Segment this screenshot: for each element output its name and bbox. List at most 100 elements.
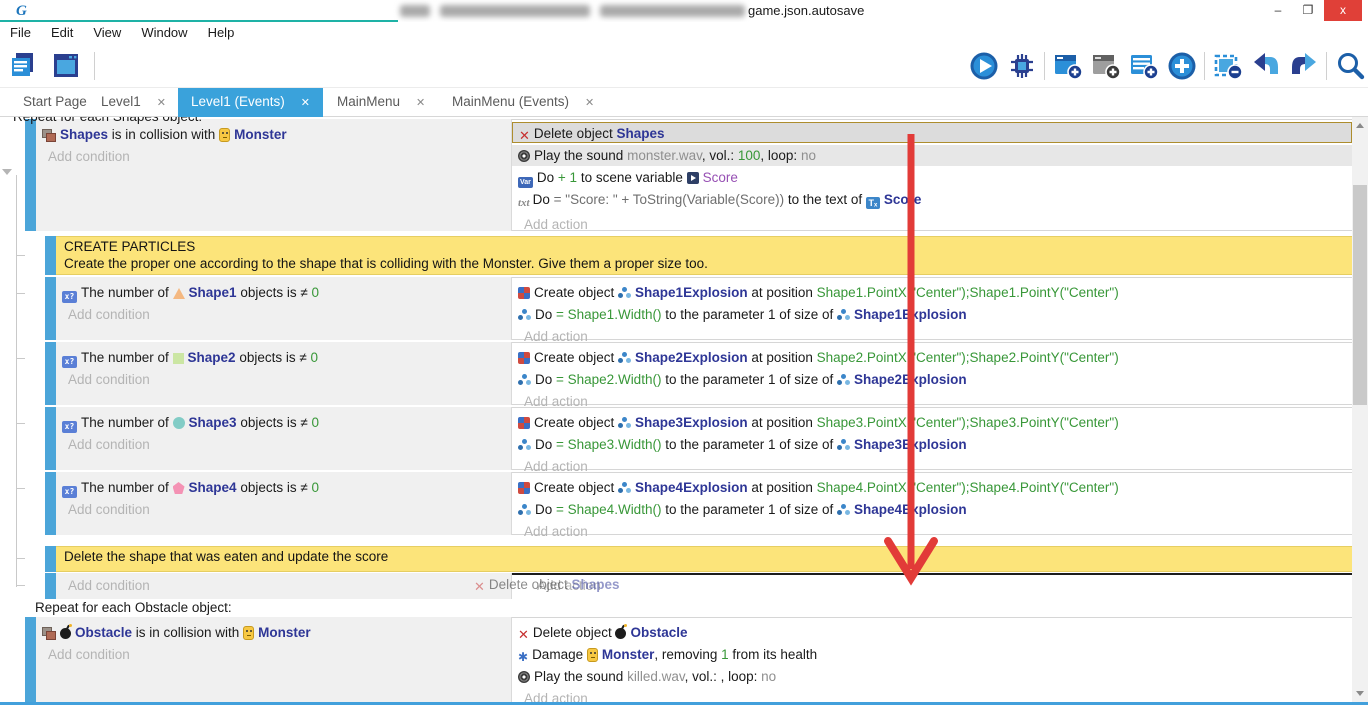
tab-close-icon[interactable]: ✕	[301, 97, 310, 109]
action-row[interactable]: Create object Shape4Explosion at positio…	[512, 477, 1352, 498]
event-bar	[45, 342, 56, 405]
minimize-button[interactable]: –	[1264, 0, 1292, 21]
particle-icon	[837, 309, 850, 321]
tab-start-page[interactable]: Start Page	[10, 88, 100, 117]
create-icon	[518, 352, 530, 364]
close-button[interactable]: x	[1324, 0, 1362, 21]
add-action-link[interactable]: Add action	[518, 522, 1352, 542]
text-segment: objects is ≠	[237, 285, 312, 300]
action-row[interactable]: Damage Monster, removing 1 from its heal…	[512, 644, 1352, 665]
menu-help[interactable]: Help	[198, 22, 245, 40]
add-comment-icon[interactable]	[1128, 50, 1160, 82]
play-icon[interactable]	[968, 50, 1000, 82]
condition-row[interactable]: Shapes is in collision with Monster	[36, 124, 512, 145]
add-action-link[interactable]: Add action	[518, 689, 1352, 702]
text-segment: Monster	[234, 127, 287, 142]
action-row[interactable]: Delete object Obstacle	[512, 622, 1352, 643]
condition-row[interactable]: The number of Shape1 objects is ≠ 0	[56, 282, 512, 303]
condition-row[interactable]: The number of Shape4 objects is ≠ 0	[56, 477, 512, 498]
text-segment: no	[761, 669, 776, 684]
remove-selection-icon[interactable]	[1212, 50, 1244, 82]
menu-file[interactable]: File	[0, 22, 41, 40]
action-row[interactable]: Do = Shape3.Width() to the parameter 1 o…	[512, 434, 1352, 455]
ghost-drop: Add conditionAdd actionDelete object Sha…	[0, 573, 1352, 599]
action-row[interactable]: Create object Shape2Explosion at positio…	[512, 347, 1352, 368]
particle-icon	[518, 309, 531, 321]
text-segment: Score	[703, 170, 738, 185]
scroll-up-arrow-icon[interactable]	[1356, 123, 1364, 128]
blurred-title-segment	[400, 5, 430, 17]
text-segment: objects is ≠	[237, 480, 312, 495]
project-manager-icon[interactable]	[8, 50, 40, 82]
tree-branch-line	[16, 358, 25, 359]
add-action-link[interactable]: Add action	[518, 215, 1352, 235]
comment-line: CREATE PARTICLES	[56, 237, 1352, 254]
menu-view[interactable]: View	[83, 22, 131, 40]
action-row[interactable]: Create object Shape1Explosion at positio…	[512, 282, 1352, 303]
repeat-header-clipped[interactable]: Repeat for each Shapes object:	[13, 117, 202, 124]
tab-mainmenu-events-[interactable]: MainMenu (Events)✕	[439, 88, 607, 117]
menu-bar: FileEditViewWindowHelp	[0, 22, 1368, 44]
action-row[interactable]: Create object Shape3Explosion at positio…	[512, 412, 1352, 433]
scroll-down-arrow-icon[interactable]	[1356, 691, 1364, 696]
undo-icon[interactable]	[1250, 50, 1282, 82]
repeat-header[interactable]: Repeat for each Obstacle object:	[35, 600, 232, 615]
debug-icon[interactable]	[1006, 50, 1038, 82]
add-action-link[interactable]: Add action	[531, 576, 1352, 596]
tab-level1[interactable]: Level1✕	[88, 88, 179, 117]
text-segment: Shapes	[60, 127, 108, 142]
comment-block[interactable]: Delete the shape that was eaten and upda…	[56, 546, 1352, 572]
text-segment: to the parameter 1 of size of	[661, 307, 837, 322]
tab-level1-events-[interactable]: Level1 (Events)✕	[178, 88, 323, 117]
action-row[interactable]: Do = "Score: " + ToString(Variable(Score…	[512, 189, 1352, 210]
tab-bar: Start PageLevel1✕Level1 (Events)✕MainMen…	[0, 88, 1368, 117]
event-bar	[25, 119, 36, 231]
condition-row[interactable]: The number of Shape2 objects is ≠ 0	[56, 347, 512, 368]
preview-window-icon[interactable]	[50, 50, 82, 82]
action-row[interactable]: Play the sound killed.wav, vol.: , loop:…	[512, 666, 1352, 687]
tab-close-icon[interactable]: ✕	[157, 97, 166, 109]
condition-row[interactable]: The number of Shape3 objects is ≠ 0	[56, 412, 512, 433]
action-row[interactable]: Delete object Shapes	[512, 122, 1352, 143]
evt-shape1: The number of Shape1 objects is ≠ 0Add c…	[0, 277, 1352, 340]
vertical-scrollbar[interactable]	[1352, 117, 1368, 702]
menu-window[interactable]: Window	[131, 22, 197, 40]
collapse-arrow-icon[interactable]	[2, 169, 12, 175]
action-row[interactable]: Do = Shape1.Width() to the parameter 1 o…	[512, 304, 1352, 325]
text-segment: Shape1Explosion	[635, 285, 748, 300]
toolbar-separator	[1204, 52, 1205, 80]
tab-mainmenu[interactable]: MainMenu✕	[324, 88, 438, 117]
action-row[interactable]: Play the sound monster.wav, vol.: 100, l…	[512, 145, 1352, 166]
text-segment: Shape4Explosion	[854, 502, 967, 517]
tree-branch-line	[16, 423, 25, 424]
text-segment: is in collision with	[108, 127, 219, 142]
text-segment: Shape2Explosion	[635, 350, 748, 365]
add-event-icon[interactable]	[1052, 50, 1084, 82]
maximize-button[interactable]: ❐	[1294, 0, 1322, 21]
tree-branch-line	[16, 585, 25, 586]
add-subevent-icon[interactable]	[1090, 50, 1122, 82]
event-bar	[45, 236, 56, 275]
particle-icon	[837, 504, 850, 516]
scenevar-icon	[687, 172, 699, 184]
condition-row[interactable]: Obstacle is in collision with Monster	[36, 622, 512, 643]
search-icon[interactable]	[1334, 50, 1366, 82]
scrollbar-thumb[interactable]	[1353, 185, 1367, 405]
tab-close-icon[interactable]: ✕	[416, 97, 425, 109]
action-row[interactable]: Do + 1 to scene variable Score	[512, 167, 1352, 188]
text-segment: Delete object	[534, 126, 617, 141]
add-plus-icon[interactable]	[1166, 50, 1198, 82]
particle-icon	[518, 439, 531, 451]
tab-close-icon[interactable]: ✕	[585, 97, 594, 109]
menu-edit[interactable]: Edit	[41, 22, 83, 40]
action-row[interactable]: Do = Shape2.Width() to the parameter 1 o…	[512, 369, 1352, 390]
delete-icon	[474, 579, 485, 595]
tree-branch-line	[16, 488, 25, 489]
comment-block[interactable]: CREATE PARTICLESCreate the proper one ac…	[56, 236, 1352, 275]
action-row[interactable]: Do = Shape4.Width() to the parameter 1 o…	[512, 499, 1352, 520]
text-segment: Shapes	[616, 126, 664, 141]
evt-shape2: The number of Shape2 objects is ≠ 0Add c…	[0, 342, 1352, 405]
redo-icon[interactable]	[1288, 50, 1320, 82]
text-segment: 0	[312, 415, 320, 430]
sound-icon	[518, 671, 530, 683]
